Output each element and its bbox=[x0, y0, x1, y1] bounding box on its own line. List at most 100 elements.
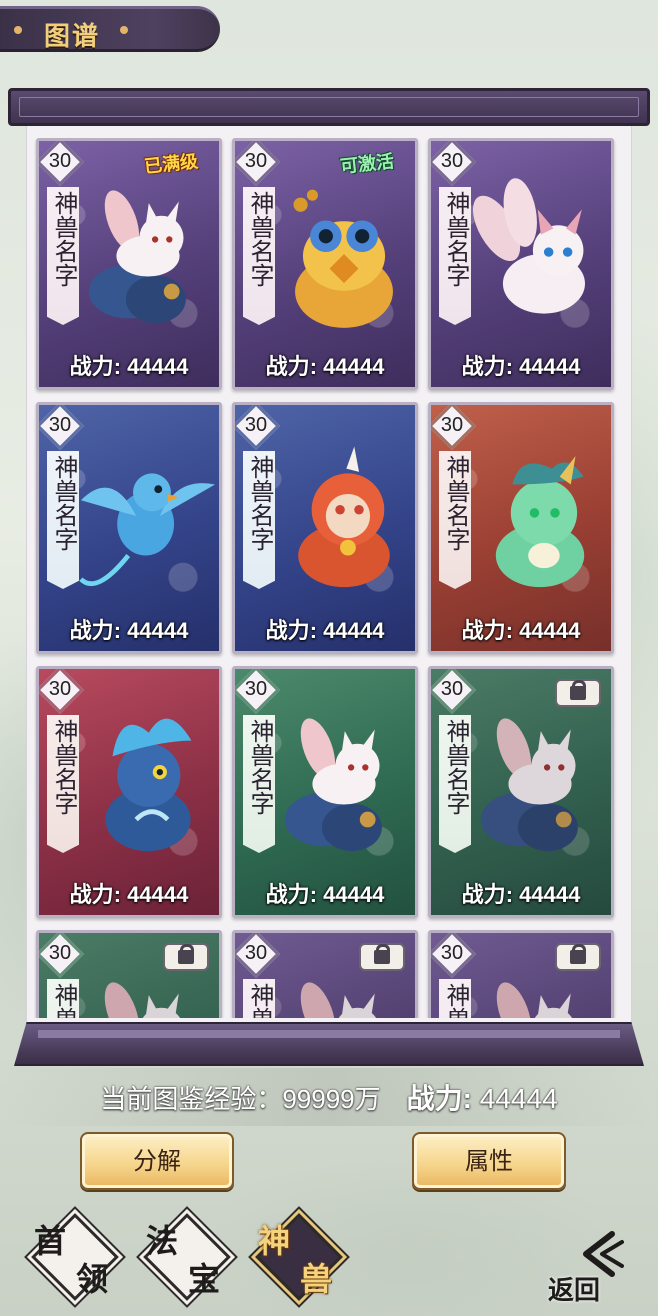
beast-name: 神兽名字 bbox=[442, 719, 470, 815]
name-tag: 神兽名字 bbox=[47, 715, 79, 853]
scroll-panel-top bbox=[8, 88, 650, 126]
beast-name: 神兽名字 bbox=[439, 983, 471, 1018]
beast-power: 战力: 44444 bbox=[461, 882, 581, 908]
lock-icon bbox=[555, 943, 601, 971]
name-tag: 神兽名字 bbox=[243, 187, 275, 325]
beast-name: 神兽名字 bbox=[246, 719, 274, 815]
beast-power: 战力: 44444 bbox=[69, 882, 189, 908]
beast-card[interactable]: 30 神兽名字 bbox=[36, 930, 222, 1018]
level-text: 30 bbox=[440, 414, 464, 436]
beast-name: 神兽名字 bbox=[47, 983, 79, 1018]
beast-power-value: 44444 bbox=[323, 618, 385, 643]
lock-icon bbox=[555, 679, 601, 707]
tab-divine-beast[interactable]: 神 兽 bbox=[254, 1212, 344, 1302]
beast-name: 神兽名字 bbox=[442, 455, 470, 551]
level-text: 30 bbox=[244, 942, 268, 964]
level-text: 30 bbox=[48, 942, 72, 964]
level-badge: 30 bbox=[235, 933, 281, 979]
title-banner: 图谱 bbox=[0, 6, 220, 52]
beast-card[interactable]: 30 神兽名字 战力: 44444 bbox=[36, 138, 222, 390]
level-text: 30 bbox=[244, 414, 268, 436]
level-text: 30 bbox=[440, 678, 464, 700]
collection-exp: 当前图鉴经验：99999万 bbox=[100, 1079, 380, 1116]
beast-name: 神兽名字 bbox=[246, 191, 274, 287]
name-tag: 神兽名字 bbox=[243, 451, 275, 589]
level-badge: 30 bbox=[431, 669, 477, 715]
beast-power-label: 战力 bbox=[461, 883, 506, 908]
beast-power: 战力: 44444 bbox=[69, 354, 189, 380]
name-tag: 神兽名字 bbox=[439, 715, 471, 853]
beast-name: 神兽名字 bbox=[50, 191, 78, 287]
beast-portrait bbox=[105, 718, 192, 852]
beast-portrait bbox=[293, 189, 393, 328]
total-power-value: 44444 bbox=[479, 1083, 558, 1114]
level-text: 30 bbox=[440, 150, 464, 172]
level-badge: 30 bbox=[235, 405, 281, 451]
beast-power-value: 44444 bbox=[323, 882, 385, 907]
beast-power: 战力: 44444 bbox=[265, 618, 385, 644]
decompose-button[interactable]: 分解 bbox=[80, 1132, 234, 1190]
level-badge: 30 bbox=[235, 141, 281, 187]
name-tag: 神兽名字 bbox=[47, 979, 79, 1018]
beast-power-label: 战力 bbox=[69, 355, 114, 380]
beast-power: 战力: 44444 bbox=[69, 618, 189, 644]
beast-card[interactable]: 30 神兽名字 战力: 44444 bbox=[232, 402, 418, 654]
page-title: 图谱 bbox=[44, 22, 101, 52]
level-badge: 30 bbox=[431, 933, 477, 979]
level-text: 30 bbox=[244, 150, 268, 172]
level-text: 30 bbox=[48, 678, 72, 700]
beast-card[interactable]: 30 神兽名字 战力: 44444 bbox=[36, 666, 222, 918]
beast-portrait bbox=[473, 178, 585, 314]
attributes-button[interactable]: 属性 bbox=[412, 1132, 566, 1190]
beast-portrait bbox=[298, 446, 390, 588]
beast-card[interactable]: 30 神兽名字 战力: 44444 bbox=[36, 402, 222, 654]
tab-divine-beast-char-2: 兽 bbox=[300, 1260, 333, 1298]
level-badge: 30 bbox=[39, 933, 85, 979]
tab-treasure-char-1: 法 bbox=[146, 1222, 179, 1260]
beast-power: 战力: 44444 bbox=[461, 618, 581, 644]
name-tag: 神兽名字 bbox=[439, 979, 471, 1018]
beast-card[interactable]: 30 神兽名字 bbox=[428, 930, 614, 1018]
beast-power-value: 44444 bbox=[519, 618, 581, 643]
beast-power-label: 战力 bbox=[69, 619, 114, 644]
beast-card-grid[interactable]: 30 神兽名字 战力: 44444 30 神兽名字 战力: 44444 30 神… bbox=[34, 138, 624, 1018]
tab-boss-char-2: 领 bbox=[76, 1260, 109, 1298]
level-badge: 30 bbox=[431, 141, 477, 187]
beast-power: 战力: 44444 bbox=[461, 354, 581, 380]
beast-card[interactable]: 30 神兽名字 战力: 44444 bbox=[232, 666, 418, 918]
tab-treasure[interactable]: 法 宝 bbox=[142, 1212, 232, 1302]
beast-power-value: 44444 bbox=[127, 618, 189, 643]
beast-power-value: 44444 bbox=[127, 882, 189, 907]
level-badge: 30 bbox=[39, 141, 85, 187]
beast-power-value: 44444 bbox=[127, 354, 189, 379]
name-tag: 神兽名字 bbox=[243, 979, 275, 1018]
beast-portrait bbox=[495, 456, 585, 588]
beast-card[interactable]: 30 神兽名字 bbox=[232, 930, 418, 1018]
beast-card[interactable]: 30 神兽名字 战力: 44444 bbox=[428, 666, 614, 918]
scroll-panel-bottom bbox=[14, 1022, 644, 1066]
beast-power: 战力: 44444 bbox=[265, 882, 385, 908]
beast-name: 神兽名字 bbox=[50, 719, 78, 815]
name-tag: 神兽名字 bbox=[439, 451, 471, 589]
title-ornament-right bbox=[120, 26, 128, 34]
level-badge: 30 bbox=[431, 405, 477, 451]
beast-power-value: 44444 bbox=[323, 354, 385, 379]
beast-card[interactable]: 30 神兽名字 战力: 44444 bbox=[428, 402, 614, 654]
lock-icon bbox=[359, 943, 405, 971]
beast-name: 神兽名字 bbox=[50, 455, 78, 551]
beast-power-label: 战力 bbox=[265, 883, 310, 908]
beast-card[interactable]: 30 神兽名字 战力: 44444 bbox=[232, 138, 418, 390]
tab-boss[interactable]: 首 领 bbox=[30, 1212, 120, 1302]
collection-info: 当前图鉴经验：99999万 战力: 44444 bbox=[0, 1068, 658, 1126]
beast-power: 战力: 44444 bbox=[265, 354, 385, 380]
beast-power-label: 战力 bbox=[69, 883, 114, 908]
level-text: 30 bbox=[244, 678, 268, 700]
back-label: 返回 bbox=[548, 1276, 601, 1306]
beast-power-value: 44444 bbox=[519, 882, 581, 907]
level-text: 30 bbox=[48, 150, 72, 172]
back-button[interactable]: 返回 bbox=[540, 1222, 640, 1308]
tab-boss-char-1: 首 bbox=[34, 1222, 67, 1260]
beast-power-label: 战力 bbox=[461, 619, 506, 644]
level-badge: 30 bbox=[39, 405, 85, 451]
beast-card[interactable]: 30 神兽名字 战力: 44444 bbox=[428, 138, 614, 390]
